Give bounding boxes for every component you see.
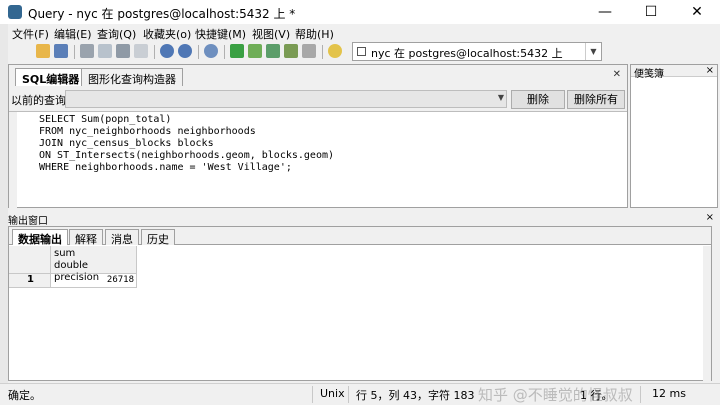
tab-history[interactable]: 历史: [141, 229, 175, 246]
menu-view[interactable]: 视图(V): [252, 26, 290, 42]
tab-messages[interactable]: 消息: [105, 229, 139, 246]
status-row-count: 1 行。: [580, 389, 613, 402]
menu-query[interactable]: 查询(Q): [97, 26, 136, 42]
results-grid: sum double precision 1 26718: [9, 246, 711, 399]
scratch-pad-title: 便笺簿: [634, 69, 664, 80]
tab-sql-editor[interactable]: SQL编辑器: [15, 68, 87, 86]
scratch-pad-panel[interactable]: 便笺簿 ×: [630, 64, 718, 208]
menu-macros[interactable]: 快捷键(M): [195, 26, 246, 42]
status-message: 确定。: [8, 389, 41, 402]
close-icon[interactable]: ×: [706, 212, 714, 223]
result-cell[interactable]: 26718: [51, 274, 137, 288]
execute-pgscript-icon[interactable]: [248, 44, 262, 58]
chevron-down-icon: ▼: [497, 93, 504, 102]
minimize-button[interactable]: —: [582, 0, 628, 24]
toolbar-separator: [74, 45, 75, 59]
editor-gutter: [9, 112, 17, 208]
status-line-ending: Unix: [320, 387, 345, 400]
output-window-header: 输出窗口 ×: [8, 212, 720, 227]
clear-icon[interactable]: [134, 44, 148, 58]
background-window-strip: [0, 0, 8, 405]
cut-icon[interactable]: [80, 44, 94, 58]
close-icon[interactable]: ×: [706, 65, 714, 76]
save-file-icon[interactable]: [54, 44, 68, 58]
connection-value: nyc 在 postgres@localhost:5432 上: [371, 47, 563, 60]
status-query-time: 12 ms: [652, 387, 686, 400]
menu-file[interactable]: 文件(F): [12, 26, 49, 42]
chevron-down-icon[interactable]: ▼: [585, 43, 601, 60]
connection-select[interactable]: nyc 在 postgres@localhost:5432 上 ▼: [352, 42, 602, 61]
status-divider: [640, 386, 641, 403]
vertical-scrollbar[interactable]: [703, 246, 711, 399]
status-divider: [348, 386, 349, 403]
menu-help[interactable]: 帮助(H): [295, 26, 334, 42]
paste-icon[interactable]: [116, 44, 130, 58]
cancel-query-icon[interactable]: [302, 44, 316, 58]
output-tab-row: 数据输出 解释 消息 历史: [9, 227, 711, 246]
tab-data-output[interactable]: 数据输出: [12, 229, 68, 246]
sql-text-area[interactable]: SELECT Sum(popn_total) FROM nyc_neighbor…: [9, 111, 627, 208]
execute-icon[interactable]: [230, 44, 244, 58]
status-bar: 确定。 Unix 行 5，列 43，字符 183 知乎 @不睡觉的怪叔叔 1 行…: [0, 383, 720, 405]
grid-corner[interactable]: [9, 246, 51, 274]
column-header-sum[interactable]: sum double precision: [51, 246, 137, 283]
output-panel: 数据输出 解释 消息 历史 sum double precision 1 267…: [8, 226, 712, 399]
column-name: sum: [54, 248, 76, 259]
open-file-icon[interactable]: [36, 44, 50, 58]
toolbar-separator: [154, 45, 155, 59]
copy-icon[interactable]: [98, 44, 112, 58]
status-cursor-position: 行 5，列 43，字符 183: [356, 389, 475, 402]
tab-graphical-query-builder[interactable]: 图形化查询构造器: [81, 68, 183, 86]
toolbar-separator: [322, 45, 323, 59]
sql-line: FROM nyc_neighborhoods neighborhoods: [39, 126, 256, 137]
sql-editor-panel: SQL编辑器 图形化查询构造器 ✕ 以前的查询 ▼ 删除 删除所有 SELECT…: [8, 64, 628, 208]
toolbar-separator: [224, 45, 225, 59]
execute-to-file-icon[interactable]: [266, 44, 280, 58]
delete-all-button[interactable]: 删除所有: [567, 90, 625, 109]
sql-line: ON ST_Intersects(neighborhoods.geom, blo…: [39, 150, 335, 161]
find-icon[interactable]: [204, 44, 218, 58]
sql-line: WHERE neighborhoods.name = 'West Village…: [39, 162, 292, 173]
title-bar: Query - nyc 在 postgres@localhost:5432 上 …: [0, 0, 720, 24]
maximize-button[interactable]: ☐: [628, 0, 674, 24]
row-number[interactable]: 1: [9, 274, 51, 288]
close-icon[interactable]: ✕: [613, 69, 621, 80]
previous-query-row: 以前的查询 ▼ 删除 删除所有: [9, 88, 627, 110]
scratch-pad-header: 便笺簿 ×: [631, 65, 717, 80]
previous-query-label: 以前的查询: [11, 94, 66, 107]
delete-button[interactable]: 删除: [511, 90, 565, 109]
help-icon[interactable]: [328, 44, 342, 58]
redo-icon[interactable]: [178, 44, 192, 58]
pgadmin-app-icon: [8, 5, 22, 19]
close-button[interactable]: ✕: [674, 0, 720, 24]
sql-line: SELECT Sum(popn_total): [39, 114, 172, 125]
editor-tab-row: SQL编辑器 图形化查询构造器 ✕: [9, 65, 627, 87]
menu-bar: 文件(F) 编辑(E) 查询(Q) 收藏夹(o) 快捷键(M) 视图(V) 帮助…: [8, 24, 720, 42]
sql-line: JOIN nyc_census_blocks blocks: [39, 138, 214, 149]
tab-explain[interactable]: 解释: [69, 229, 103, 246]
status-divider: [312, 386, 313, 403]
connection-checkbox-icon: [357, 47, 366, 56]
previous-query-select[interactable]: ▼: [65, 90, 507, 108]
window-title: Query - nyc 在 postgres@localhost:5432 上 …: [28, 7, 296, 21]
undo-icon[interactable]: [160, 44, 174, 58]
pgadmin-query-window: Query - nyc 在 postgres@localhost:5432 上 …: [0, 0, 720, 405]
toolbar-separator: [198, 45, 199, 59]
explain-icon[interactable]: [284, 44, 298, 58]
menu-favorites[interactable]: 收藏夹(o): [143, 26, 191, 42]
menu-edit[interactable]: 编辑(E): [54, 26, 92, 42]
